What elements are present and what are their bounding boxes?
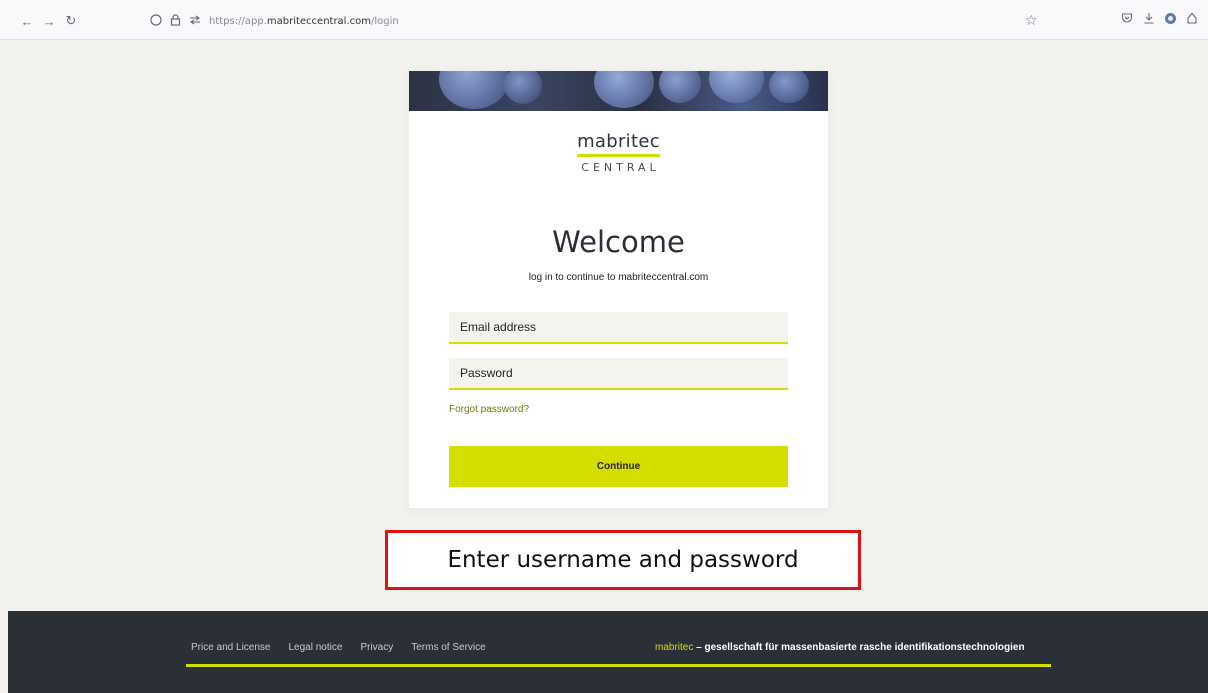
instruction-annotation: Enter username and password xyxy=(385,530,861,590)
extension-icon[interactable] xyxy=(1164,12,1177,28)
bookmark-star-icon[interactable]: ☆ xyxy=(1025,12,1038,29)
back-arrow-icon[interactable]: ← xyxy=(18,12,36,30)
continue-button[interactable]: Continue xyxy=(449,446,788,487)
permissions-icon[interactable] xyxy=(189,14,201,28)
browser-toolbar: ← → ↻ https://app.mabriteccentral.com/lo… xyxy=(0,0,1208,40)
footer-tagline-text: – gesellschaft für massenbasierte rasche… xyxy=(693,642,1025,653)
login-card: mabritec CENTRAL Welcome log in to conti… xyxy=(409,71,828,508)
reload-icon[interactable]: ↻ xyxy=(62,12,80,30)
footer-tagline: mabritec – gesellschaft für massenbasier… xyxy=(655,642,1025,653)
url-bar[interactable]: https://app.mabriteccentral.com/login xyxy=(150,10,1045,32)
mabritec-logo: mabritec CENTRAL xyxy=(409,131,828,174)
footer-link-privacy[interactable]: Privacy xyxy=(360,642,393,653)
menu-icon[interactable] xyxy=(1186,12,1198,27)
footer-link-price-license[interactable]: Price and License xyxy=(191,642,271,653)
logo-main-text: mabritec xyxy=(577,131,660,157)
footer-links: Price and License Legal notice Privacy T… xyxy=(191,642,504,653)
welcome-heading: Welcome xyxy=(552,225,685,259)
shield-icon[interactable] xyxy=(150,13,162,29)
download-icon[interactable] xyxy=(1143,12,1155,27)
email-field[interactable] xyxy=(449,312,788,344)
footer-link-terms[interactable]: Terms of Service xyxy=(411,642,485,653)
url-text[interactable]: https://app.mabriteccentral.com/login xyxy=(209,16,399,27)
page-footer: Price and License Legal notice Privacy T… xyxy=(8,611,1208,693)
lock-icon[interactable] xyxy=(170,13,181,29)
password-field[interactable] xyxy=(449,358,788,390)
login-subtitle: log in to continue to mabriteccentral.co… xyxy=(528,272,709,283)
forward-arrow-icon[interactable]: → xyxy=(40,12,58,30)
annotation-text: Enter username and password xyxy=(447,547,799,573)
footer-accent-line xyxy=(186,664,1051,667)
footer-link-legal-notice[interactable]: Legal notice xyxy=(289,642,343,653)
forgot-password-link[interactable]: Forgot password? xyxy=(449,404,529,415)
pocket-icon[interactable] xyxy=(1121,12,1133,27)
logo-sub-text: CENTRAL xyxy=(581,161,660,174)
banner-image xyxy=(409,71,828,111)
footer-brand: mabritec xyxy=(655,642,694,653)
